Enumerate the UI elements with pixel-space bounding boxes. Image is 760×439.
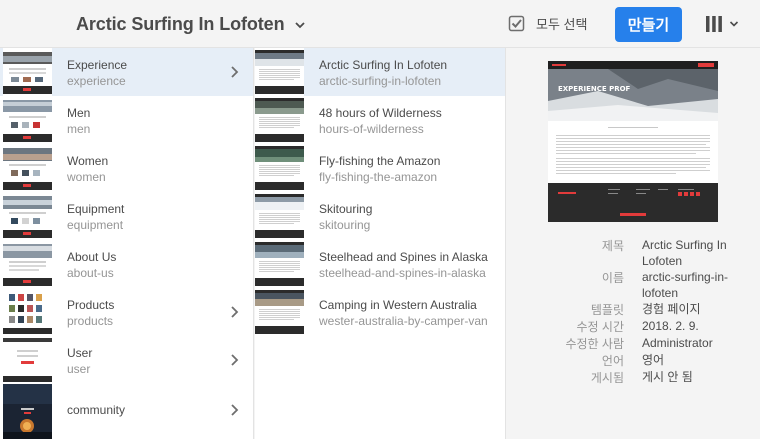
page-thumbnail xyxy=(3,288,52,336)
page-thumbnail xyxy=(3,48,52,96)
column-item-skitouring[interactable]: Skitouring skitouring xyxy=(255,192,505,240)
page-thumbnail xyxy=(255,96,304,144)
page-thumbnail xyxy=(3,336,52,384)
column-item-title: Steelhead and Spines in Alaska xyxy=(319,250,488,264)
column-item-title: Arctic Surfing In Lofoten xyxy=(319,58,448,72)
property-label: 수정 시간 xyxy=(576,320,625,334)
select-all-label: 모두 선택 xyxy=(536,17,588,32)
column-item-name: products xyxy=(67,314,114,328)
chevron-down-icon xyxy=(729,21,739,27)
column-item-title: Experience xyxy=(67,58,128,72)
column-item-name: hours-of-wilderness xyxy=(319,122,424,136)
column-item-title: About Us xyxy=(67,250,117,264)
column-item-fly-fishing-the-amazon[interactable]: Fly-fishing the Amazon fly-fishing-the-a… xyxy=(255,144,505,192)
column-item-title: Women xyxy=(67,154,109,168)
column-item-men[interactable]: Men men xyxy=(0,96,253,144)
page-title-dropdown[interactable]: Arctic Surfing In Lofoten xyxy=(76,14,306,35)
property-value: 2018. 2. 9. xyxy=(642,319,699,333)
details-panel: EXPERIENCE PROF 제목 Arctic Surfing In Lof… xyxy=(507,48,760,439)
page-thumbnail xyxy=(255,144,304,192)
checkbox-icon xyxy=(508,15,525,32)
property-value: Administrator xyxy=(642,336,713,350)
page-thumbnail xyxy=(255,192,304,240)
action-bar: Arctic Surfing In Lofoten 모두 선택 만들기 xyxy=(0,0,760,48)
property-label: 이름 xyxy=(601,271,624,285)
column-item-arctic-surfing-in-lofoten[interactable]: Arctic Surfing In Lofoten arctic-surfing… xyxy=(255,48,505,96)
column-item-about-us[interactable]: About Us about-us xyxy=(0,240,253,288)
column-item-name: arctic-surfing-in-lofoten xyxy=(319,74,442,88)
column-item-title: User xyxy=(67,346,93,360)
chevron-right-icon xyxy=(231,66,239,78)
property-value: Arctic Surfing In Lofoten xyxy=(642,238,727,268)
column-item-title: Fly-fishing the Amazon xyxy=(319,154,441,168)
column-item-name: about-us xyxy=(67,266,114,280)
page-thumbnail xyxy=(3,144,52,192)
page-thumbnail xyxy=(3,240,52,288)
page-thumbnail xyxy=(255,48,304,96)
page-title: Arctic Surfing In Lofoten xyxy=(76,14,285,34)
column-view-icon xyxy=(706,16,722,32)
create-button[interactable]: 만들기 xyxy=(615,7,682,42)
property-value: 경험 페이지 xyxy=(642,302,701,316)
property-value: arctic-surfing-in-lofoten xyxy=(642,270,729,300)
view-switcher[interactable] xyxy=(705,15,739,33)
column-item-steelhead-and-spines-in-alaska[interactable]: Steelhead and Spines in Alaska steelhead… xyxy=(255,240,505,288)
column-item-hours-of-wilderness[interactable]: 48 hours of Wilderness hours-of-wilderne… xyxy=(255,96,505,144)
page-thumbnail xyxy=(255,240,304,288)
select-all-button[interactable]: 모두 선택 xyxy=(508,14,587,33)
page-thumbnail xyxy=(3,384,52,439)
property-label: 템플릿 xyxy=(590,303,624,317)
column-item-wester-australia-by-camper-van[interactable]: Camping in Western Australia wester-aust… xyxy=(255,288,505,336)
column-item-name: men xyxy=(67,122,91,136)
preview-banner-text: EXPERIENCE PROF xyxy=(558,85,631,93)
column-item-experience[interactable]: Experience experience xyxy=(0,48,253,96)
page-thumbnail xyxy=(3,192,52,240)
column-item-name: wester-australia-by-camper-van xyxy=(319,314,488,328)
property-label: 게시됨 xyxy=(590,371,624,385)
column-item-name: experience xyxy=(67,74,126,88)
column-item-title: Men xyxy=(67,106,91,120)
property-label: 언어 xyxy=(601,354,624,368)
column-level-1: Experience experience Men men Women wome… xyxy=(0,48,254,439)
property-label: 수정한 사람 xyxy=(565,337,624,351)
page-thumbnail xyxy=(255,288,304,336)
column-item-name: fly-fishing-the-amazon xyxy=(319,170,438,184)
column-item-title: community xyxy=(67,403,126,417)
chevron-down-icon xyxy=(294,21,305,28)
column-item-products[interactable]: Products products xyxy=(0,288,253,336)
column-item-title: Products xyxy=(67,298,115,312)
column-level-2: Arctic Surfing In Lofoten arctic-surfing… xyxy=(255,48,506,439)
column-item-equipment[interactable]: Equipment equipment xyxy=(0,192,253,240)
chevron-right-icon xyxy=(231,354,239,366)
column-item-community[interactable]: community xyxy=(0,384,253,439)
column-item-name: user xyxy=(67,362,91,376)
page-thumbnail xyxy=(3,96,52,144)
column-item-title: Equipment xyxy=(67,202,125,216)
column-item-name: skitouring xyxy=(319,218,371,232)
column-item-title: 48 hours of Wilderness xyxy=(319,106,442,120)
page-preview-image: EXPERIENCE PROF xyxy=(548,61,718,222)
column-item-title: Camping in Western Australia xyxy=(319,298,477,312)
property-label: 제목 xyxy=(601,239,624,253)
column-item-name: steelhead-and-spines-in-alaska xyxy=(319,266,486,280)
property-value: 영어 xyxy=(642,353,665,367)
chevron-right-icon xyxy=(231,404,239,416)
column-item-name: equipment xyxy=(67,218,124,232)
column-item-women[interactable]: Women women xyxy=(0,144,253,192)
property-value: 게시 안 됨 xyxy=(642,370,693,384)
column-item-title: Skitouring xyxy=(319,202,373,216)
column-item-name: women xyxy=(67,170,106,184)
column-item-user[interactable]: User user xyxy=(0,336,253,384)
chevron-right-icon xyxy=(231,306,239,318)
